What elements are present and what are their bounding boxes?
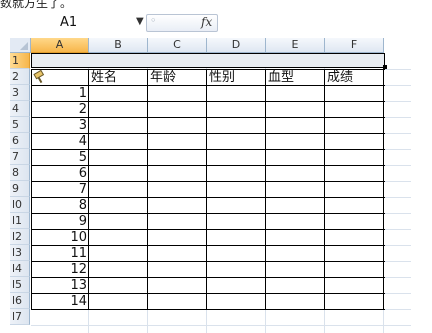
row-header-2[interactable]: 2 (10, 69, 30, 85)
merged-cell-a1[interactable] (31, 53, 385, 68)
cell-a15[interactable]: 13 (31, 278, 87, 294)
cell-a11[interactable]: 9 (31, 214, 87, 230)
insert-function-button[interactable]: fx (201, 15, 212, 29)
row-header-10[interactable]: l0 (10, 197, 30, 213)
cell-a13[interactable]: 11 (31, 246, 87, 262)
cell-a14[interactable]: 12 (31, 262, 87, 278)
row-header-3[interactable]: 3 (10, 85, 30, 101)
row-header-16[interactable]: l6 (10, 293, 30, 309)
cell-a16[interactable]: 14 (31, 294, 87, 310)
row-header-4[interactable]: 4 (10, 101, 30, 117)
column-header-f[interactable]: F (325, 38, 384, 53)
chevron-down-icon[interactable]: ▼ (136, 16, 144, 27)
cell-a8[interactable]: 6 (31, 166, 87, 182)
paint-brush-icon[interactable] (33, 70, 47, 84)
cell-a3[interactable]: 1 (31, 86, 87, 102)
row-header-14[interactable]: l4 (10, 261, 30, 277)
cell-a10[interactable]: 8 (31, 198, 87, 214)
row-header-5[interactable]: 5 (10, 117, 30, 133)
cell-a12[interactable]: 10 (31, 230, 87, 246)
name-box[interactable]: A1 (60, 15, 77, 30)
header-age: 年龄 (150, 70, 177, 85)
select-all-icon[interactable] (10, 38, 31, 53)
cell-a9[interactable]: 7 (31, 182, 87, 198)
row-header-11[interactable]: l1 (10, 213, 30, 229)
column-header-e[interactable]: E (266, 38, 325, 53)
formula-tools: ◦ fx (146, 14, 218, 32)
header-name: 姓名 (91, 70, 118, 85)
cropped-caption: 数就方生了。 (0, 0, 73, 10)
row-header-1[interactable]: 1 (10, 53, 30, 69)
cell-a7[interactable]: 5 (31, 150, 87, 166)
row-header-9[interactable]: 9 (10, 181, 30, 197)
cell-a5[interactable]: 3 (31, 118, 87, 134)
column-header-c[interactable]: C (148, 38, 207, 53)
column-header-b[interactable]: B (89, 38, 148, 53)
row-header-7[interactable]: 7 (10, 149, 30, 165)
cell-a4[interactable]: 2 (31, 102, 87, 118)
dots-icon[interactable]: ◦ (150, 14, 157, 27)
row-header-8[interactable]: 8 (10, 165, 30, 181)
header-score: 成绩 (327, 70, 354, 85)
row-header-13[interactable]: l3 (10, 245, 30, 261)
row-header-15[interactable]: l5 (10, 277, 30, 293)
cell-a6[interactable]: 4 (31, 134, 87, 150)
header-gender: 性别 (209, 70, 236, 85)
formula-input[interactable] (218, 14, 432, 30)
formula-bar: A1 ▼ ◦ fx (0, 12, 432, 34)
row-header-12[interactable]: l2 (10, 229, 30, 245)
row-header-17[interactable]: l7 (10, 309, 30, 325)
spreadsheet-grid: A B C D E F 1 2 3 4 5 6 7 8 9 l0 l1 l2 l… (0, 36, 432, 333)
column-header-d[interactable]: D (207, 38, 266, 53)
column-header-a[interactable]: A (31, 38, 89, 53)
row-header-6[interactable]: 6 (10, 133, 30, 149)
header-blood-type: 血型 (268, 70, 295, 85)
